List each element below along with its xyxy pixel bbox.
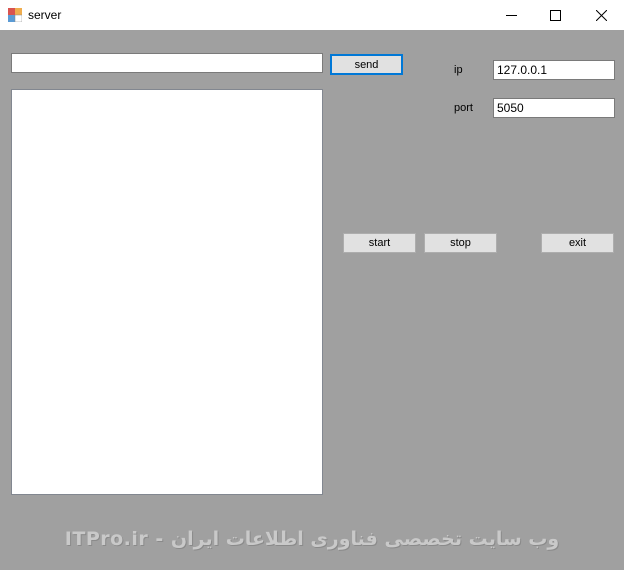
exit-button-label: exit xyxy=(568,237,587,249)
app-icon xyxy=(8,8,22,22)
start-button-label: start xyxy=(368,237,391,249)
port-label: port xyxy=(454,102,473,114)
server-window: server send ip port start stop xyxy=(0,0,624,570)
minimize-button[interactable] xyxy=(488,0,534,30)
ip-field[interactable] xyxy=(493,60,615,80)
start-button[interactable]: start xyxy=(343,233,416,253)
ip-label: ip xyxy=(454,64,463,76)
stop-button-label: stop xyxy=(450,237,471,249)
close-button[interactable] xyxy=(578,0,624,30)
close-icon xyxy=(595,9,607,21)
window-title: server xyxy=(28,8,62,22)
send-button-label: send xyxy=(354,58,379,71)
title-bar[interactable]: server xyxy=(0,0,624,30)
message-log-list[interactable] xyxy=(11,89,323,495)
send-button[interactable]: send xyxy=(330,54,403,75)
port-field[interactable] xyxy=(493,98,615,118)
exit-button[interactable]: exit xyxy=(541,233,614,253)
watermark-text: ITPro.ir - وب سایت تخصصی فناوری اطلاعات … xyxy=(64,528,560,550)
maximize-button[interactable] xyxy=(532,0,578,30)
stop-button[interactable]: stop xyxy=(424,233,497,253)
maximize-icon xyxy=(549,9,561,21)
message-input[interactable] xyxy=(11,53,323,73)
minimize-icon xyxy=(505,14,517,16)
